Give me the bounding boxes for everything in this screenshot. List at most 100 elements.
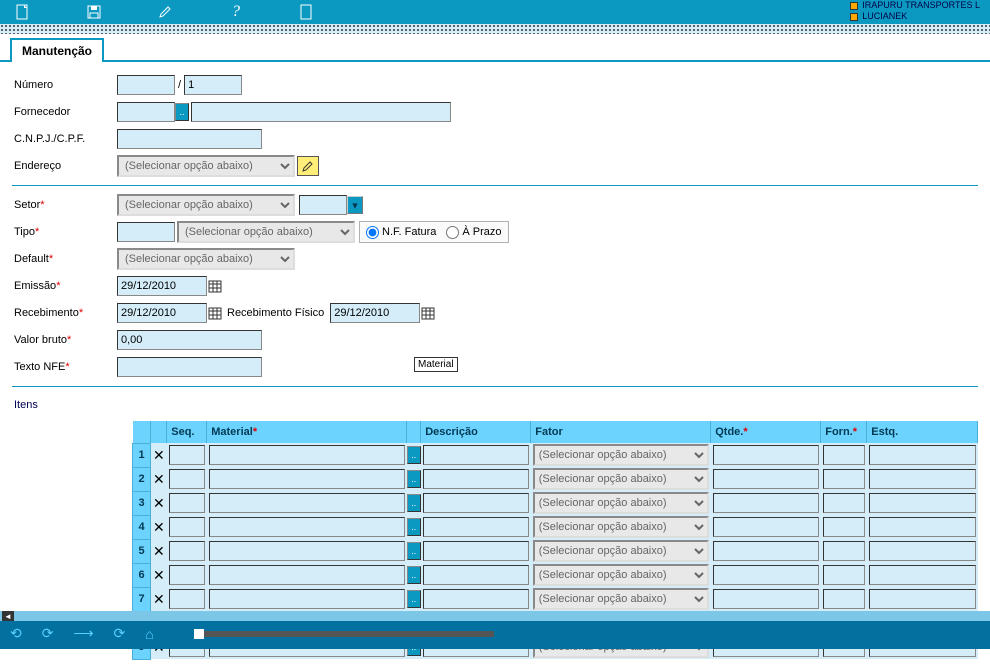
- material-input[interactable]: [209, 565, 405, 585]
- cnpj-input[interactable]: [117, 129, 262, 149]
- material-lookup-button[interactable]: ..: [407, 518, 421, 536]
- forn-input[interactable]: [823, 517, 865, 537]
- estq-input[interactable]: [869, 445, 976, 465]
- scrollbar-left-arrow[interactable]: ◄: [2, 611, 14, 621]
- forn-input[interactable]: [823, 469, 865, 489]
- valor-bruto-input[interactable]: [117, 330, 262, 350]
- row-delete-button[interactable]: ✕: [151, 467, 167, 491]
- slider-handle[interactable]: [194, 629, 204, 639]
- numero-1-input[interactable]: [117, 75, 175, 95]
- fator-select[interactable]: (Selecionar opção abaixo): [533, 588, 709, 610]
- material-input[interactable]: [209, 517, 405, 537]
- descricao-input[interactable]: [423, 469, 529, 489]
- descricao-input[interactable]: [423, 517, 529, 537]
- tipo-code-input[interactable]: [117, 222, 175, 242]
- fator-select[interactable]: (Selecionar opção abaixo): [533, 444, 709, 466]
- fator-select[interactable]: (Selecionar opção abaixo): [533, 564, 709, 586]
- setor-mini-button[interactable]: ▾: [347, 196, 363, 214]
- nav-first-icon[interactable]: ⟲: [10, 625, 22, 642]
- descricao-input[interactable]: [423, 445, 529, 465]
- material-input[interactable]: [209, 445, 405, 465]
- emissao-date-button[interactable]: [207, 277, 223, 295]
- material-lookup-button[interactable]: ..: [407, 494, 421, 512]
- descricao-input[interactable]: [423, 565, 529, 585]
- fator-select[interactable]: (Selecionar opção abaixo): [533, 468, 709, 490]
- seq-input[interactable]: [169, 469, 205, 489]
- qtde-input[interactable]: [713, 469, 819, 489]
- recebimento-fisico-date-button[interactable]: [420, 304, 436, 322]
- copy-icon[interactable]: [299, 4, 315, 20]
- row-delete-button[interactable]: ✕: [151, 587, 167, 611]
- forn-input[interactable]: [823, 565, 865, 585]
- qtde-input[interactable]: [713, 589, 819, 609]
- nav-prev-icon[interactable]: ⟳: [42, 625, 54, 642]
- tab-manutencao[interactable]: Manutenção: [10, 38, 104, 62]
- fornecedor-code-input[interactable]: [117, 102, 175, 122]
- radio-nf-fatura-input[interactable]: [366, 226, 379, 239]
- estq-input[interactable]: [869, 541, 976, 561]
- radio-a-prazo-input[interactable]: [446, 226, 459, 239]
- nav-home-icon[interactable]: ⌂: [145, 626, 153, 642]
- forn-input[interactable]: [823, 589, 865, 609]
- material-lookup-button[interactable]: ..: [407, 590, 421, 608]
- descricao-input[interactable]: [423, 493, 529, 513]
- material-lookup-button[interactable]: ..: [407, 542, 421, 560]
- material-input[interactable]: [209, 493, 405, 513]
- seq-input[interactable]: [169, 517, 205, 537]
- estq-input[interactable]: [869, 589, 976, 609]
- recebimento-fisico-input[interactable]: [330, 303, 420, 323]
- seq-input[interactable]: [169, 589, 205, 609]
- qtde-input[interactable]: [713, 445, 819, 465]
- emissao-input[interactable]: [117, 276, 207, 296]
- fator-select[interactable]: (Selecionar opção abaixo): [533, 492, 709, 514]
- material-input[interactable]: [209, 541, 405, 561]
- tipo-select[interactable]: (Selecionar opção abaixo): [177, 221, 355, 243]
- radio-a-prazo[interactable]: À Prazo: [446, 226, 501, 239]
- row-delete-button[interactable]: ✕: [151, 491, 167, 515]
- fator-select[interactable]: (Selecionar opção abaixo): [533, 540, 709, 562]
- edit-icon[interactable]: [157, 4, 173, 20]
- forn-input[interactable]: [823, 445, 865, 465]
- estq-input[interactable]: [869, 517, 976, 537]
- estq-input[interactable]: [869, 565, 976, 585]
- qtde-input[interactable]: [713, 517, 819, 537]
- nav-stop-icon[interactable]: ⟶: [73, 625, 93, 642]
- seq-input[interactable]: [169, 541, 205, 561]
- seq-input[interactable]: [169, 565, 205, 585]
- endereco-select[interactable]: (Selecionar opção abaixo): [117, 155, 295, 177]
- material-lookup-button[interactable]: ..: [407, 446, 421, 464]
- footer-slider[interactable]: [194, 631, 494, 637]
- qtde-input[interactable]: [713, 565, 819, 585]
- row-delete-button[interactable]: ✕: [151, 539, 167, 563]
- help-icon[interactable]: ?: [228, 4, 244, 20]
- numero-2-input[interactable]: [184, 75, 242, 95]
- fornecedor-lookup-button[interactable]: ..: [175, 103, 189, 121]
- radio-nf-fatura[interactable]: N.F. Fatura: [366, 226, 436, 239]
- forn-input[interactable]: [823, 541, 865, 561]
- save-icon[interactable]: [86, 4, 102, 20]
- default-select[interactable]: (Selecionar opção abaixo): [117, 248, 295, 270]
- estq-input[interactable]: [869, 493, 976, 513]
- row-delete-button[interactable]: ✕: [151, 515, 167, 539]
- new-icon[interactable]: [15, 4, 31, 20]
- descricao-input[interactable]: [423, 541, 529, 561]
- fornecedor-name-input[interactable]: [191, 102, 451, 122]
- qtde-input[interactable]: [713, 493, 819, 513]
- fator-select[interactable]: (Selecionar opção abaixo): [533, 516, 709, 538]
- seq-input[interactable]: [169, 445, 205, 465]
- material-lookup-button[interactable]: ..: [407, 566, 421, 584]
- material-lookup-button[interactable]: ..: [407, 470, 421, 488]
- material-input[interactable]: [209, 589, 405, 609]
- material-input[interactable]: [209, 469, 405, 489]
- row-delete-button[interactable]: ✕: [151, 443, 167, 467]
- forn-input[interactable]: [823, 493, 865, 513]
- row-delete-button[interactable]: ✕: [151, 563, 167, 587]
- recebimento-input[interactable]: [117, 303, 207, 323]
- texto-nfe-input[interactable]: [117, 357, 262, 377]
- nav-refresh-icon[interactable]: ⟳: [114, 625, 126, 642]
- setor-select[interactable]: (Selecionar opção abaixo): [117, 194, 295, 216]
- qtde-input[interactable]: [713, 541, 819, 561]
- footer-scrollbar[interactable]: ◄: [0, 611, 990, 621]
- estq-input[interactable]: [869, 469, 976, 489]
- seq-input[interactable]: [169, 493, 205, 513]
